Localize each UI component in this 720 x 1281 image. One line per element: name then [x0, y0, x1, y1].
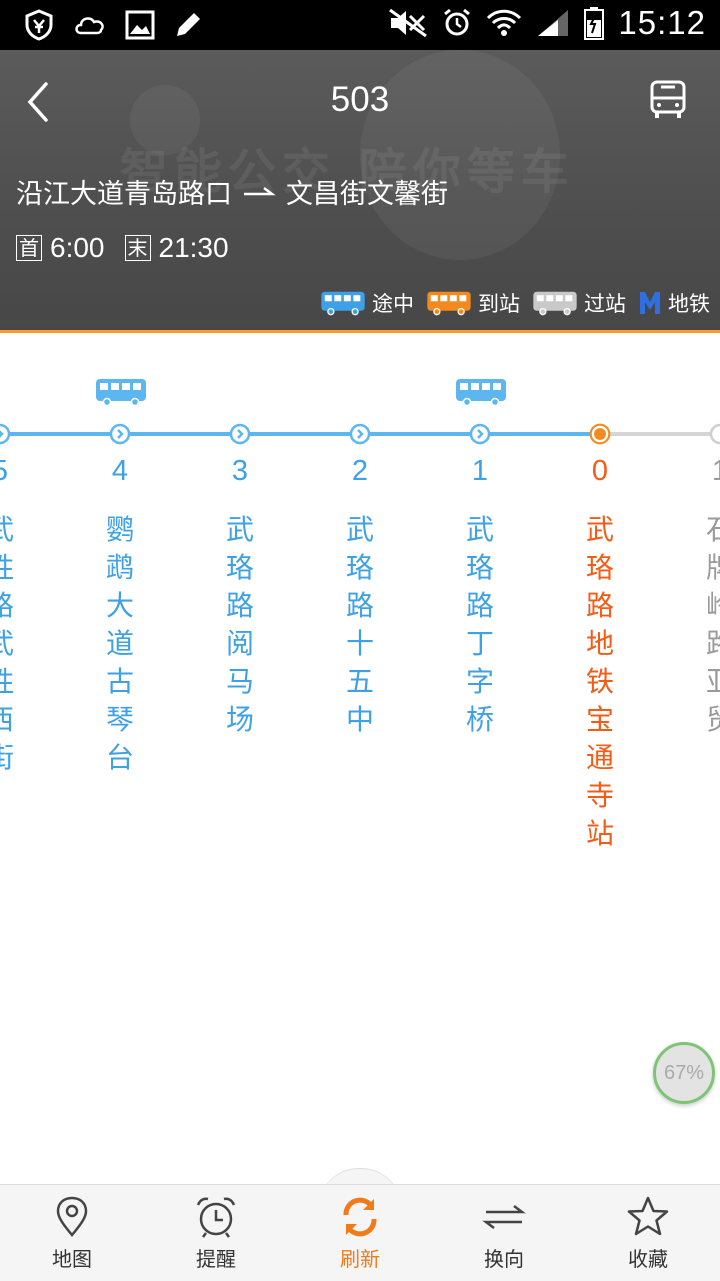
route-from: 沿江大道青岛路口: [16, 179, 232, 210]
shield-icon: [25, 9, 53, 41]
nav-reminder[interactable]: 提醒: [144, 1185, 288, 1281]
cloud-icon: [72, 8, 108, 42]
nav-map-label: 地图: [52, 1247, 92, 1271]
arrow-right-icon: [244, 186, 276, 195]
clock-text: 15:12: [618, 4, 706, 41]
legend-label: 到站: [478, 292, 520, 316]
nav-refresh[interactable]: 刷新: [288, 1185, 432, 1281]
stop-distance: 1: [711, 455, 720, 487]
nav-refresh-label: 刷新: [340, 1247, 380, 1271]
battery-icon: [584, 7, 605, 40]
stop-passed-marker: [0, 423, 11, 445]
metro-icon: [640, 292, 660, 314]
stop-distance: 1: [471, 455, 489, 487]
stop-upcoming-marker: [709, 423, 720, 445]
legend-item: 过站: [532, 288, 626, 318]
bus-icon: [427, 291, 471, 316]
bus-icon: [533, 291, 577, 316]
stop-distance: 4: [111, 455, 129, 487]
header: 智能公交 陪你等车 503 沿江大道青岛路口 文昌街文馨街 首 6:00 末 2…: [0, 50, 720, 330]
bus-icon[interactable]: [646, 78, 690, 122]
pencil-icon: [177, 13, 200, 36]
legend: 途中 到站 过站 地铁: [314, 288, 710, 318]
nav-favorite-label: 收藏: [628, 1247, 668, 1271]
nav-switch-direction[interactable]: 换向: [432, 1185, 576, 1281]
first-bus-time: 6:00: [50, 232, 105, 263]
legend-item: 到站: [426, 288, 520, 318]
route-to: 文昌街文馨街: [286, 179, 448, 210]
legend-label: 地铁: [668, 292, 710, 316]
nav-favorite[interactable]: 收藏: [576, 1185, 720, 1281]
nav-reminder-label: 提醒: [196, 1247, 236, 1271]
bus-icon: [456, 379, 506, 407]
stop-passed-marker: [469, 423, 491, 445]
service-times: 首 6:00 末 21:30: [16, 232, 243, 264]
legend-item: 地铁: [638, 288, 710, 318]
track-passed: [0, 432, 600, 436]
refresh-icon: [343, 1197, 377, 1237]
stop-name: 武 珞 路 地 铁 宝 通 寺 站: [585, 513, 614, 850]
stop-passed-marker: [229, 423, 251, 445]
legend-label: 过站: [584, 292, 626, 316]
stop-name: 武 珞 路 十 五 中: [345, 513, 374, 736]
stop-name: 鹦 鹉 大 道 古 琴 台: [105, 513, 134, 774]
route-direction: 沿江大道青岛路口 文昌街文馨街: [16, 172, 448, 211]
stop-distance: 3: [231, 455, 249, 487]
progress-badge[interactable]: 67%: [653, 1042, 715, 1104]
stop-passed-marker: [109, 423, 131, 445]
stop-line: 5 武 胜 路 武 胜 西 街 4 鹦 鹉 大 道 古 琴 台 3 武 珞 路 阅 马 场…: [0, 333, 720, 1183]
nav-map[interactable]: 地图: [0, 1185, 144, 1281]
status-bar: 15:12: [0, 0, 720, 50]
stop-distance: 2: [351, 455, 369, 487]
last-bus-tag: 末: [124, 235, 151, 261]
wifi-icon: [487, 9, 522, 36]
stop-passed-marker: [349, 423, 371, 445]
track-upcoming: [600, 432, 720, 436]
swap-direction-icon: [482, 1205, 526, 1229]
stop-name: 石 牌 岭 路 亚 贸: [705, 513, 720, 736]
stop-current-marker: [589, 423, 611, 445]
mute-icon: [389, 8, 428, 38]
alarm-icon: [444, 8, 471, 36]
stop-name: 武 珞 路 阅 马 场: [225, 513, 254, 736]
image-icon: [125, 10, 155, 40]
last-bus-time: 21:30: [158, 232, 229, 263]
bus-icon: [96, 379, 146, 407]
stop-distance: 5: [0, 455, 60, 488]
first-bus-tag: 首: [16, 235, 42, 261]
bus-icon: [321, 291, 365, 316]
star-icon: [627, 1196, 669, 1236]
legend-label: 途中: [372, 292, 414, 316]
signal-icon: [538, 10, 569, 36]
bottom-nav: 地图 提醒 刷新 换向 收藏: [0, 1184, 720, 1281]
legend-item: 途中: [320, 288, 414, 318]
stop-name: 武 珞 路 丁 字 桥: [465, 513, 494, 736]
alarm-clock-icon: [196, 1197, 236, 1238]
map-pin-icon: [56, 1196, 88, 1237]
nav-switch-direction-label: 换向: [484, 1247, 524, 1271]
page-title: 503: [330, 80, 390, 119]
stop-name: 武 胜 路 武 胜 西 街: [0, 511, 60, 777]
stop-distance: 0: [591, 455, 609, 487]
